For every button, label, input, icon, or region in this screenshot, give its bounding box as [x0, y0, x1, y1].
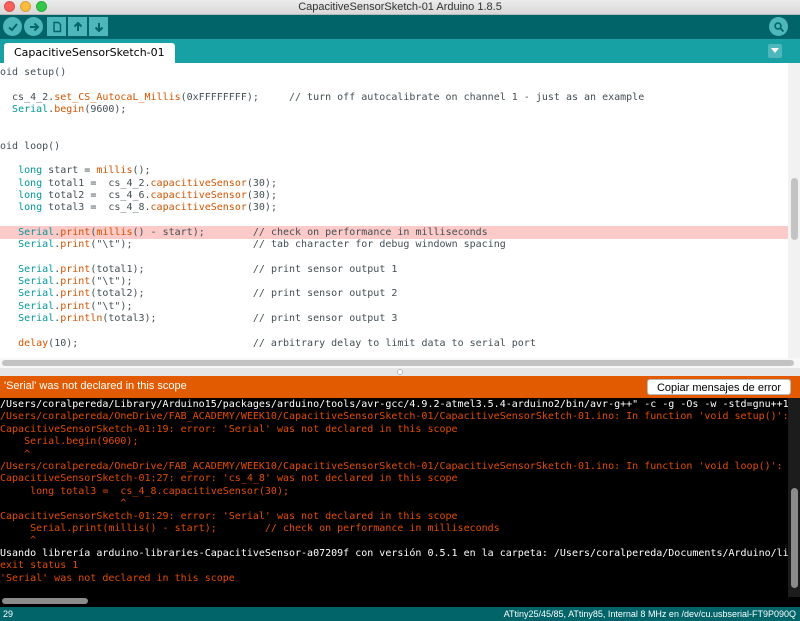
code-line[interactable]	[0, 152, 788, 165]
code-line[interactable]: Serial.print("\t");	[0, 275, 788, 288]
copy-error-messages-button[interactable]: Copiar mensajes de error	[647, 379, 791, 395]
console-line: ^	[0, 535, 37, 547]
board-info: ATtiny25/45/85, ATtiny85, Internal 8 MHz…	[503, 609, 796, 619]
console-output[interactable]: /Users/coralpereda/Library/Arduino15/pac…	[0, 398, 800, 597]
divider-grip[interactable]	[397, 369, 403, 375]
console-line: CapacitiveSensorSketch-01:29: error: 'Se…	[0, 510, 458, 522]
console-line: CapacitiveSensorSketch-01:27: error: 'cs…	[0, 473, 458, 485]
window-title: CapacitiveSensorSketch-01 Arduino 1.8.5	[298, 1, 502, 13]
code-line[interactable]: oid setup()	[0, 66, 788, 79]
magnifier-icon	[773, 21, 784, 32]
arrow-up-icon	[73, 21, 82, 31]
tab-bar: CapacitiveSensorSketch-01	[0, 39, 800, 63]
window-title-bar: CapacitiveSensorSketch-01 Arduino 1.8.5	[0, 0, 800, 15]
verify-button[interactable]	[3, 17, 22, 36]
tab-capacitive-sensor-sketch[interactable]: CapacitiveSensorSketch-01	[4, 43, 175, 63]
code-line[interactable]	[0, 214, 788, 227]
code-line[interactable]: long total2 = cs_4_6.capacitiveSensor(30…	[0, 189, 788, 202]
code-line[interactable]: Serial.print(total1); // print sensor ou…	[0, 263, 788, 276]
console-line: 'Serial' was not declared in this scope	[0, 572, 235, 584]
new-file-icon	[52, 21, 61, 32]
code-line[interactable]: Serial.print("\t"); // tab character for…	[0, 238, 788, 251]
code-line[interactable]: Serial.print(millis() - start); // check…	[0, 225, 788, 239]
console-line: /Users/coralpereda/OneDrive/FAB_ACADEMY/…	[0, 461, 783, 472]
console-line: CapacitiveSensorSketch-01:19: error: 'Se…	[0, 423, 458, 435]
code-line[interactable]: cs_4_2.set_CS_AutocaL_Millis(0xFFFFFFFF)…	[0, 91, 788, 104]
console-line: Serial.begin(9600);	[0, 436, 139, 448]
code-line[interactable]: Serial.begin(9600);	[0, 103, 788, 116]
console-line: /Users/coralpereda/OneDrive/FAB_ACADEMY/…	[0, 411, 789, 423]
editor-vertical-scrollbar[interactable]	[788, 63, 800, 358]
code-line[interactable]: long start = millis();	[0, 164, 788, 177]
editor-horizontal-scrollbar[interactable]	[0, 358, 800, 368]
arrow-down-icon	[94, 22, 103, 32]
arrow-right-icon	[29, 22, 39, 31]
code-line[interactable]: Serial.println(total3); // print sensor …	[0, 312, 788, 325]
minimize-window-button[interactable]	[20, 1, 31, 12]
close-window-button[interactable]	[4, 1, 15, 12]
console-line: Serial.print(millis() - start); // check…	[0, 523, 500, 534]
window-controls	[4, 1, 47, 12]
chevron-down-icon	[771, 48, 779, 53]
code-line[interactable]	[0, 115, 788, 128]
console-scroll-thumb[interactable]	[791, 488, 798, 588]
code-line[interactable]: Serial.print("\t");	[0, 300, 788, 313]
console-hscroll-thumb[interactable]	[2, 598, 88, 604]
code-line[interactable]: long total3 = cs_4_8.capacitiveSensor(30…	[0, 201, 788, 214]
code-line[interactable]: long total1 = cs_4_2.capacitiveSensor(30…	[0, 177, 788, 190]
code-line[interactable]: delay(10); // arbitrary delay to limit d…	[0, 337, 788, 350]
console-line: exit status 1	[0, 560, 79, 572]
code-line[interactable]: Serial.print(total2); // print sensor ou…	[0, 287, 788, 300]
console-line: /Users/coralpereda/Library/Arduino15/pac…	[0, 399, 800, 410]
console-line: ^	[0, 498, 127, 510]
console-vertical-scrollbar[interactable]	[788, 398, 800, 597]
code-line[interactable]: oid loop()	[0, 140, 788, 153]
code-line[interactable]	[0, 128, 788, 141]
error-message: 'Serial' was not declared in this scope	[4, 380, 187, 392]
serial-monitor-button[interactable]	[769, 17, 788, 36]
tab-menu-button[interactable]	[768, 44, 782, 58]
code-line[interactable]	[0, 324, 788, 337]
code-editor[interactable]: oid setup() cs_4_2.set_CS_AutocaL_Millis…	[0, 63, 800, 358]
open-button[interactable]	[68, 17, 87, 36]
save-button[interactable]	[89, 17, 108, 36]
console-line: ^	[0, 448, 31, 460]
console-horizontal-scrollbar[interactable]	[0, 597, 800, 607]
console-line: long total3 = cs_4_8.capacitiveSensor(30…	[0, 485, 289, 497]
bottom-status-bar: 29 ATtiny25/45/85, ATtiny85, Internal 8 …	[0, 607, 800, 621]
console-line: Usando librería arduino-libraries-Capaci…	[0, 547, 800, 559]
new-button[interactable]	[47, 17, 66, 36]
zoom-window-button[interactable]	[36, 1, 47, 12]
upload-button[interactable]	[24, 17, 43, 36]
editor-hscroll-thumb[interactable]	[2, 360, 794, 366]
pane-divider[interactable]	[0, 368, 800, 376]
check-icon	[7, 22, 18, 31]
code-line[interactable]	[0, 251, 788, 264]
editor-scroll-thumb[interactable]	[791, 178, 798, 240]
code-line[interactable]	[0, 78, 788, 91]
line-number: 29	[3, 609, 14, 619]
toolbar	[0, 15, 800, 39]
